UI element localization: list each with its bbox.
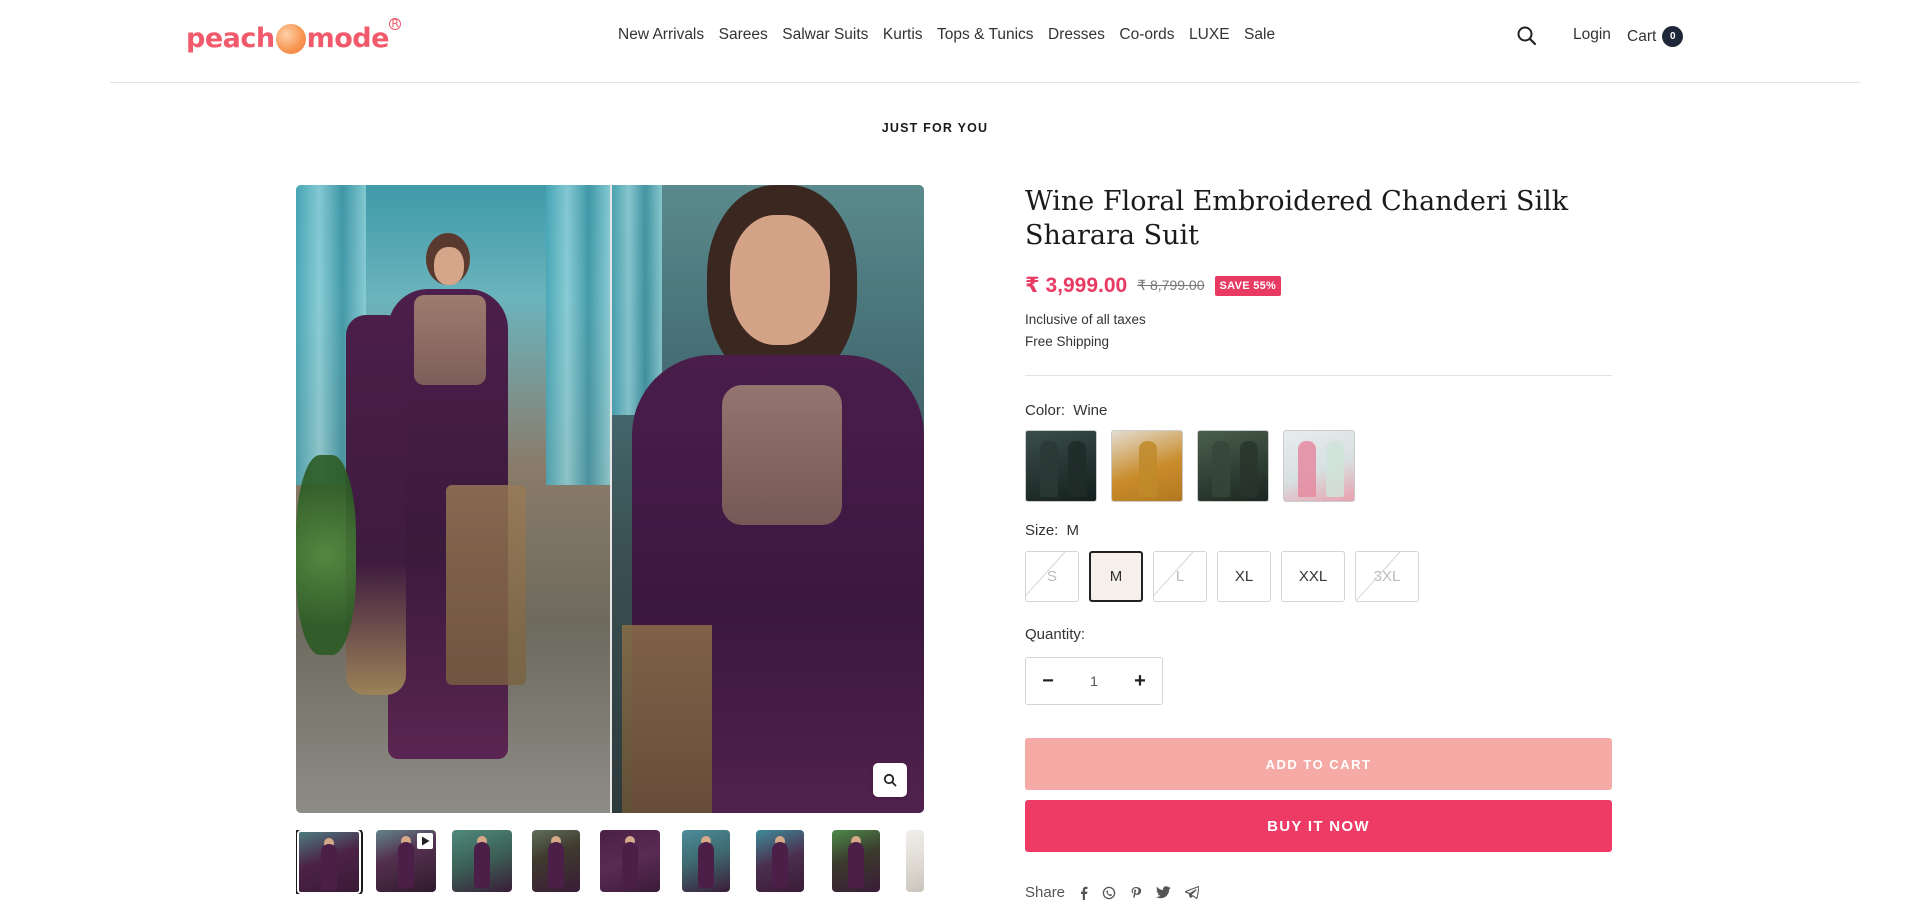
size-option-xl[interactable]: XL (1217, 551, 1271, 602)
zoom-button[interactable] (873, 763, 907, 797)
thumbnail-2-video[interactable] (376, 830, 436, 892)
thumbnail-9[interactable] (906, 830, 924, 892)
facebook-icon[interactable] (1079, 886, 1088, 900)
nav-sale[interactable]: Sale (1244, 26, 1275, 44)
size-options: S M L XL XXL 3XL (1025, 551, 1612, 602)
plant-decor (296, 455, 356, 655)
swatch-figure (1040, 441, 1058, 497)
size-option-xxl[interactable]: XXL (1281, 551, 1345, 602)
cart-label: Cart (1627, 27, 1657, 45)
nav-salwar-suits[interactable]: Salwar Suits (782, 26, 868, 44)
quantity-increase-button[interactable]: + (1118, 658, 1162, 704)
product-title: Wine Floral Embroidered Chanderi Silk Sh… (1025, 186, 1569, 251)
product-photo-full-length (296, 185, 610, 813)
color-value: Wine (1073, 402, 1108, 419)
registered-mark: R (388, 18, 401, 30)
color-swatches (1025, 430, 1612, 502)
price-row: ₹ 3,999.00 ₹ 8,799.00 SAVE 55% (1025, 273, 1612, 298)
add-to-cart-button[interactable]: ADD TO CART (1025, 738, 1612, 790)
size-value: M (1066, 522, 1080, 539)
size-option-label: Size: M (1025, 522, 1612, 539)
thumbnail-6[interactable] (682, 830, 730, 892)
shipping-note: Free Shipping (1025, 334, 1110, 349)
peach-icon (275, 24, 306, 54)
buy-now-button[interactable]: BUY IT NOW (1025, 800, 1612, 852)
sale-price: ₹ 3,999.00 (1025, 274, 1128, 297)
size-option-m[interactable]: M (1089, 551, 1143, 602)
product-info: Wine Floral Embroidered Chanderi Silk Sh… (1025, 185, 1612, 900)
thumbnail-strip (296, 830, 924, 894)
zoom-icon (883, 773, 897, 787)
search-icon[interactable] (1516, 25, 1538, 47)
play-icon (417, 833, 433, 849)
nav-new-arrivals[interactable]: New Arrivals (618, 26, 704, 44)
thumbnail-7[interactable] (756, 830, 804, 892)
nav-dresses[interactable]: Dresses (1048, 26, 1105, 44)
nav-sarees[interactable]: Sarees (719, 26, 768, 44)
swatch-figure (1212, 441, 1230, 497)
thumbnail-5[interactable] (600, 830, 660, 892)
swatch-figure (1068, 441, 1086, 497)
compare-price: ₹ 8,799.00 (1137, 277, 1205, 293)
header-divider (110, 82, 1860, 83)
color-swatch-2[interactable] (1111, 430, 1183, 502)
thumbnail-1[interactable] (296, 830, 363, 894)
share-label: Share (1025, 884, 1066, 900)
site-header: peach mode R New Arrivals Sarees Salwar … (0, 0, 1920, 82)
embroidery-yoke (414, 295, 486, 385)
dupatta-drape (346, 315, 406, 695)
embroidery-yoke (722, 385, 842, 525)
model-face (730, 215, 830, 345)
size-option-3xl[interactable]: 3XL (1355, 551, 1419, 602)
nav-luxe[interactable]: LUXE (1189, 26, 1230, 44)
quantity-value[interactable]: 1 (1090, 673, 1098, 689)
twitter-icon[interactable] (1156, 886, 1171, 899)
login-link[interactable]: Login (1573, 26, 1611, 44)
logo-text-mode: mode (306, 22, 390, 54)
nav-kurtis[interactable]: Kurtis (883, 26, 923, 44)
product-main-image[interactable] (296, 185, 924, 813)
tax-note: Inclusive of all taxes (1025, 312, 1146, 327)
size-option-l[interactable]: L (1153, 551, 1207, 602)
dupatta-border (446, 485, 526, 685)
main-nav: New Arrivals Sarees Salwar Suits Kurtis … (618, 26, 1275, 44)
quantity-decrease-button[interactable]: − (1026, 658, 1070, 704)
size-label: Size: (1025, 522, 1059, 539)
curtain-decor (546, 185, 610, 485)
thumbnail-3[interactable] (452, 830, 512, 892)
cart-link[interactable]: Cart 0 (1627, 26, 1684, 47)
quantity-label: Quantity: (1025, 626, 1086, 643)
logo-text-peach: peach (186, 22, 275, 54)
whatsapp-icon[interactable] (1102, 886, 1116, 900)
swatch-figure (1139, 441, 1157, 497)
dupatta-border (622, 625, 712, 813)
share-icons (1079, 886, 1200, 900)
product-photo-closeup (612, 185, 924, 813)
telegram-icon[interactable] (1185, 886, 1200, 899)
nav-co-ords[interactable]: Co-ords (1119, 26, 1174, 44)
thumbnail-8[interactable] (832, 830, 880, 892)
model-face (434, 247, 464, 285)
nav-tops-tunics[interactable]: Tops & Tunics (937, 26, 1034, 44)
pinterest-icon[interactable] (1130, 886, 1142, 900)
info-divider (1025, 375, 1612, 376)
cart-count-badge: 0 (1662, 26, 1684, 47)
brand-logo[interactable]: peach mode R (186, 18, 401, 58)
color-swatch-1[interactable] (1025, 430, 1097, 502)
thumbnail-4[interactable] (532, 830, 580, 892)
save-badge: SAVE 55% (1214, 275, 1282, 296)
size-option-s[interactable]: S (1025, 551, 1079, 602)
color-swatch-4[interactable] (1283, 430, 1355, 502)
color-swatch-3[interactable] (1197, 430, 1269, 502)
color-label: Color: (1025, 402, 1066, 419)
swatch-figure (1326, 441, 1344, 497)
section-title: JUST FOR YOU (881, 121, 989, 135)
swatch-figure (1240, 441, 1258, 497)
swatch-figure (1298, 441, 1316, 497)
quantity-stepper: − 1 + (1025, 657, 1163, 705)
share-row: Share (1025, 884, 1612, 900)
color-option-label: Color: Wine (1025, 402, 1612, 419)
